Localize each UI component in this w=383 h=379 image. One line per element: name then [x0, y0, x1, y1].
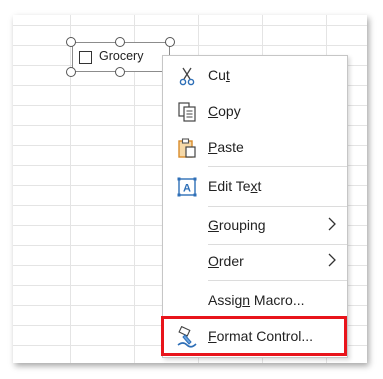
paste-icon: [176, 137, 198, 159]
copy-icon: [176, 101, 198, 123]
menu-label-copy: Copy: [208, 103, 241, 119]
menu-label-grouping: Grouping: [208, 217, 266, 233]
resize-handle-top-middle[interactable]: [115, 37, 125, 47]
chevron-right-icon: [327, 253, 337, 267]
chevron-right-icon: [327, 217, 337, 231]
menu-label-cut: Cut: [208, 67, 230, 83]
menu-item-paste[interactable]: Paste: [163, 130, 347, 164]
menu-item-edit-text[interactable]: A Edit Text: [163, 169, 347, 203]
menu-separator: [208, 280, 347, 281]
resize-handle-bottom-middle[interactable]: [115, 67, 125, 77]
checkbox-label: Grocery: [99, 49, 144, 63]
menu-label-order: Order: [208, 253, 244, 269]
menu-label-paste: Paste: [208, 139, 244, 155]
menu-item-cut[interactable]: Cut: [163, 58, 347, 92]
resize-handle-bottom-left[interactable]: [66, 67, 76, 77]
menu-label-edit-text: Edit Text: [208, 178, 262, 194]
edit-text-icon: A: [176, 176, 198, 198]
context-menu: Cut Copy Paste A Edit Text Grouping Orde…: [162, 55, 348, 358]
menu-item-copy[interactable]: Copy: [163, 94, 347, 128]
resize-handle-top-right[interactable]: [165, 37, 175, 47]
scissors-icon: [176, 65, 198, 87]
checkbox-square[interactable]: [79, 51, 92, 64]
menu-separator: [208, 166, 347, 167]
menu-item-order[interactable]: Order: [163, 244, 347, 278]
svg-text:A: A: [183, 183, 191, 195]
resize-handle-top-left[interactable]: [66, 37, 76, 47]
menu-label-assign-macro: Assign Macro...: [208, 292, 305, 308]
menu-item-grouping[interactable]: Grouping: [163, 208, 347, 242]
highlight-box: [161, 316, 347, 356]
menu-separator: [208, 206, 347, 207]
menu-item-assign-macro[interactable]: Assign Macro...: [163, 283, 347, 317]
